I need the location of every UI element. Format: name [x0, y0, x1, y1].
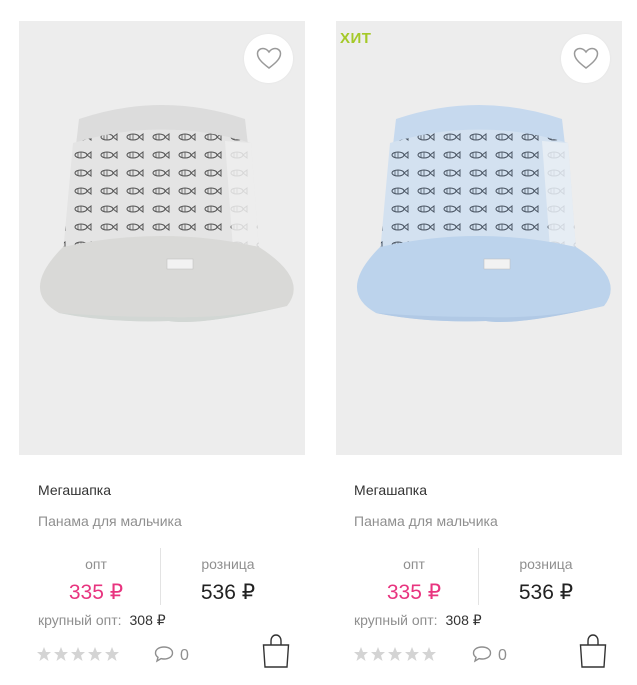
shopping-bag-icon — [262, 634, 290, 668]
bulk-price-label: крупный опт: — [354, 612, 438, 628]
product-photo[interactable]: ХИТ — [336, 21, 622, 455]
product-photo[interactable] — [19, 21, 305, 455]
wholesale-price: опт 335 ₽ — [31, 548, 161, 605]
favorite-button[interactable] — [561, 34, 610, 83]
star-icon — [354, 647, 368, 661]
wholesale-price-label: опт — [403, 556, 425, 572]
retail-price-value: 536 ₽ — [200, 581, 256, 604]
bulk-price: крупный опт: 308 ₽ — [38, 612, 166, 629]
star-icon — [54, 647, 68, 661]
comments-link[interactable]: 0 — [154, 645, 189, 665]
retail-price-label: розница — [519, 556, 573, 572]
price-divider — [478, 548, 479, 605]
comments-count: 0 — [498, 647, 507, 664]
product-description[interactable]: Панама для мальчика — [38, 513, 182, 529]
price-divider — [160, 548, 161, 605]
bucket-hat-image — [356, 105, 611, 322]
product-card: ХИТ Мегашапка Панама для мальчика опт 33… — [318, 0, 636, 685]
bulk-price-label: крупный опт: — [38, 612, 122, 628]
add-to-cart-button[interactable] — [578, 633, 608, 669]
star-icon — [71, 647, 85, 661]
speech-bubble-icon — [472, 646, 492, 663]
retail-price: розница 536 ₽ — [163, 548, 293, 605]
retail-price-label: розница — [201, 556, 255, 572]
favorite-button[interactable] — [244, 34, 293, 83]
comments-link[interactable]: 0 — [472, 645, 507, 665]
bulk-price-value: 308 ₽ — [129, 612, 166, 628]
retail-price: розница 536 ₽ — [481, 548, 611, 605]
bulk-price: крупный опт: 308 ₽ — [354, 612, 482, 629]
heart-outline-icon — [256, 47, 282, 69]
retail-price-value: 536 ₽ — [518, 581, 574, 604]
add-to-cart-button[interactable] — [261, 633, 291, 669]
price-block: опт 335 ₽ розница 536 ₽ — [336, 548, 622, 608]
star-icon — [422, 647, 436, 661]
product-brand[interactable]: Мегашапка — [38, 482, 111, 498]
product-brand[interactable]: Мегашапка — [354, 482, 427, 498]
heart-outline-icon — [573, 47, 599, 69]
wholesale-price-value: 335 ₽ — [68, 581, 124, 604]
comments-count: 0 — [180, 647, 189, 664]
bulk-price-value: 308 ₽ — [445, 612, 482, 628]
speech-bubble-icon — [154, 646, 174, 663]
product-description[interactable]: Панама для мальчика — [354, 513, 498, 529]
star-icon — [388, 647, 402, 661]
star-icon — [88, 647, 102, 661]
shopping-bag-icon — [579, 634, 607, 668]
star-icon — [105, 647, 119, 661]
hit-badge: ХИТ — [340, 30, 372, 47]
price-block: опт 335 ₽ розница 536 ₽ — [18, 548, 304, 608]
rating-stars[interactable] — [36, 646, 121, 664]
star-icon — [405, 647, 419, 661]
star-icon — [371, 647, 385, 661]
rating-stars[interactable] — [353, 646, 438, 664]
star-icon — [37, 647, 51, 661]
bucket-hat-image — [39, 105, 294, 322]
wholesale-price-value: 335 ₽ — [386, 581, 442, 604]
product-card: Мегашапка Панама для мальчика опт 335 ₽ … — [0, 0, 318, 685]
wholesale-price-label: опт — [85, 556, 107, 572]
wholesale-price: опт 335 ₽ — [349, 548, 479, 605]
